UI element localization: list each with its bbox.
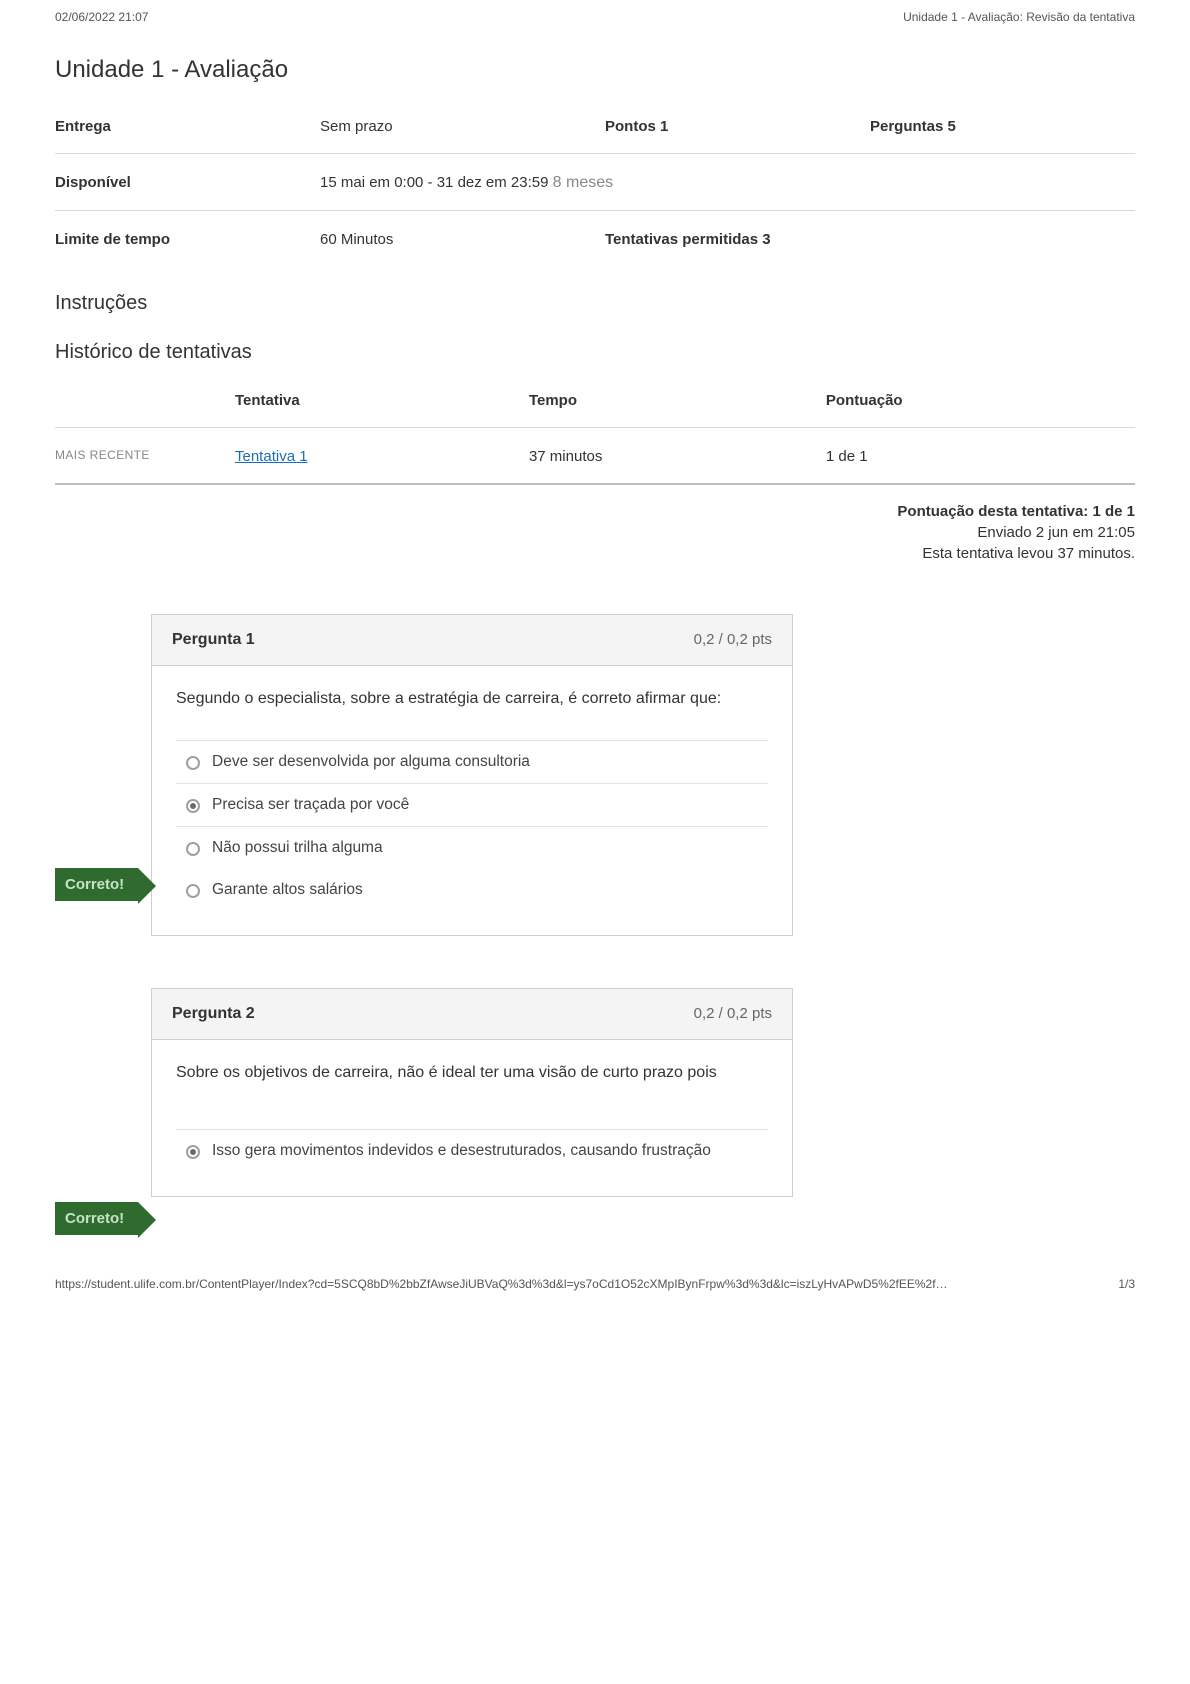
q2-answer-0[interactable]: Isso gera movimentos indevidos e desestr… <box>176 1129 768 1172</box>
label-available: Disponível <box>55 174 131 191</box>
correct-flag: Correto! <box>55 1202 138 1235</box>
radio-unchecked-icon <box>186 842 200 856</box>
attempt-header-attempt: Tentativa <box>235 372 529 428</box>
quiz-title: Unidade 1 - Avaliação <box>55 24 1135 88</box>
value-questions: 5 <box>948 118 956 135</box>
attempt-row-time: 37 minutos <box>529 428 826 485</box>
attempt-row-latest: MAIS RECENTE <box>55 428 235 485</box>
q2-text: Sobre os objetivos de carreira, não é id… <box>176 1062 768 1084</box>
score-line: Pontuação desta tentativa: 1 de 1 <box>55 503 1135 520</box>
radio-unchecked-icon <box>186 756 200 770</box>
q2-answer-0-label: Isso gera movimentos indevidos e desestr… <box>212 1142 711 1160</box>
correct-flag: Correto! <box>55 868 138 901</box>
question-1: Pergunta 1 0,2 / 0,2 pts Segundo o espec… <box>151 614 793 936</box>
q1-answer-1[interactable]: Precisa ser traçada por você <box>176 783 768 826</box>
attempt-row-score: 1 de 1 <box>826 428 1135 485</box>
label-attempts: Tentativas permitidas <box>605 231 758 248</box>
label-points: Pontos <box>605 118 656 135</box>
label-questions: Perguntas <box>870 118 943 135</box>
attempt-header-blank <box>55 372 235 428</box>
duration-line: Esta tentativa levou 37 minutos. <box>55 545 1135 562</box>
label-timelimit: Limite de tempo <box>55 231 170 248</box>
q1-text: Segundo o especialista, sobre a estratég… <box>176 688 768 710</box>
q2-points: 0,2 / 0,2 pts <box>694 1005 772 1023</box>
value-due: Sem prazo <box>320 118 393 135</box>
submitted-line: Enviado 2 jun em 21:05 <box>55 524 1135 541</box>
value-attempts: 3 <box>762 231 770 248</box>
attempt-header-score: Pontuação <box>826 372 1135 428</box>
q1-answer-0-label: Deve ser desenvolvida por alguma consult… <box>212 753 530 771</box>
q1-points: 0,2 / 0,2 pts <box>694 631 772 649</box>
value-available: 15 mai em 0:00 - 31 dez em 23:59 <box>320 174 548 191</box>
attempt-history-table: Tentativa Tempo Pontuação MAIS RECENTE T… <box>55 372 1135 485</box>
value-timelimit: 60 Minutos <box>320 231 393 248</box>
footer-url: https://student.ulife.com.br/ContentPlay… <box>55 1277 948 1291</box>
q1-answer-1-label: Precisa ser traçada por você <box>212 796 409 814</box>
q2-title: Pergunta 2 <box>172 1005 255 1023</box>
label-due: Entrega <box>55 118 111 135</box>
q1-answer-3[interactable]: Garante altos salários <box>176 869 768 911</box>
quiz-details-table: Entrega Sem prazo Pontos 1 Perguntas 5 D… <box>55 98 1135 266</box>
page-timestamp: 02/06/2022 21:07 <box>55 10 148 24</box>
value-available-note: 8 meses <box>553 174 613 191</box>
q1-title: Pergunta 1 <box>172 631 255 649</box>
page-breadcrumb: Unidade 1 - Avaliação: Revisão da tentat… <box>903 10 1135 24</box>
page-number: 1/3 <box>1118 1277 1135 1291</box>
q1-answer-0[interactable]: Deve ser desenvolvida por alguma consult… <box>176 740 768 783</box>
q1-answer-2[interactable]: Não possui trilha alguma <box>176 826 768 869</box>
attempt-header-time: Tempo <box>529 372 826 428</box>
instructions-heading: Instruções <box>55 292 1135 315</box>
radio-checked-icon <box>186 1145 200 1159</box>
attempt-history-heading: Histórico de tentativas <box>55 341 1135 364</box>
question-2: Pergunta 2 0,2 / 0,2 pts Sobre os objeti… <box>151 988 793 1196</box>
radio-checked-icon <box>186 799 200 813</box>
q1-answer-2-label: Não possui trilha alguma <box>212 839 383 857</box>
attempt-link[interactable]: Tentativa 1 <box>235 448 308 465</box>
q1-answer-3-label: Garante altos salários <box>212 881 363 899</box>
value-points: 1 <box>660 118 668 135</box>
radio-unchecked-icon <box>186 884 200 898</box>
